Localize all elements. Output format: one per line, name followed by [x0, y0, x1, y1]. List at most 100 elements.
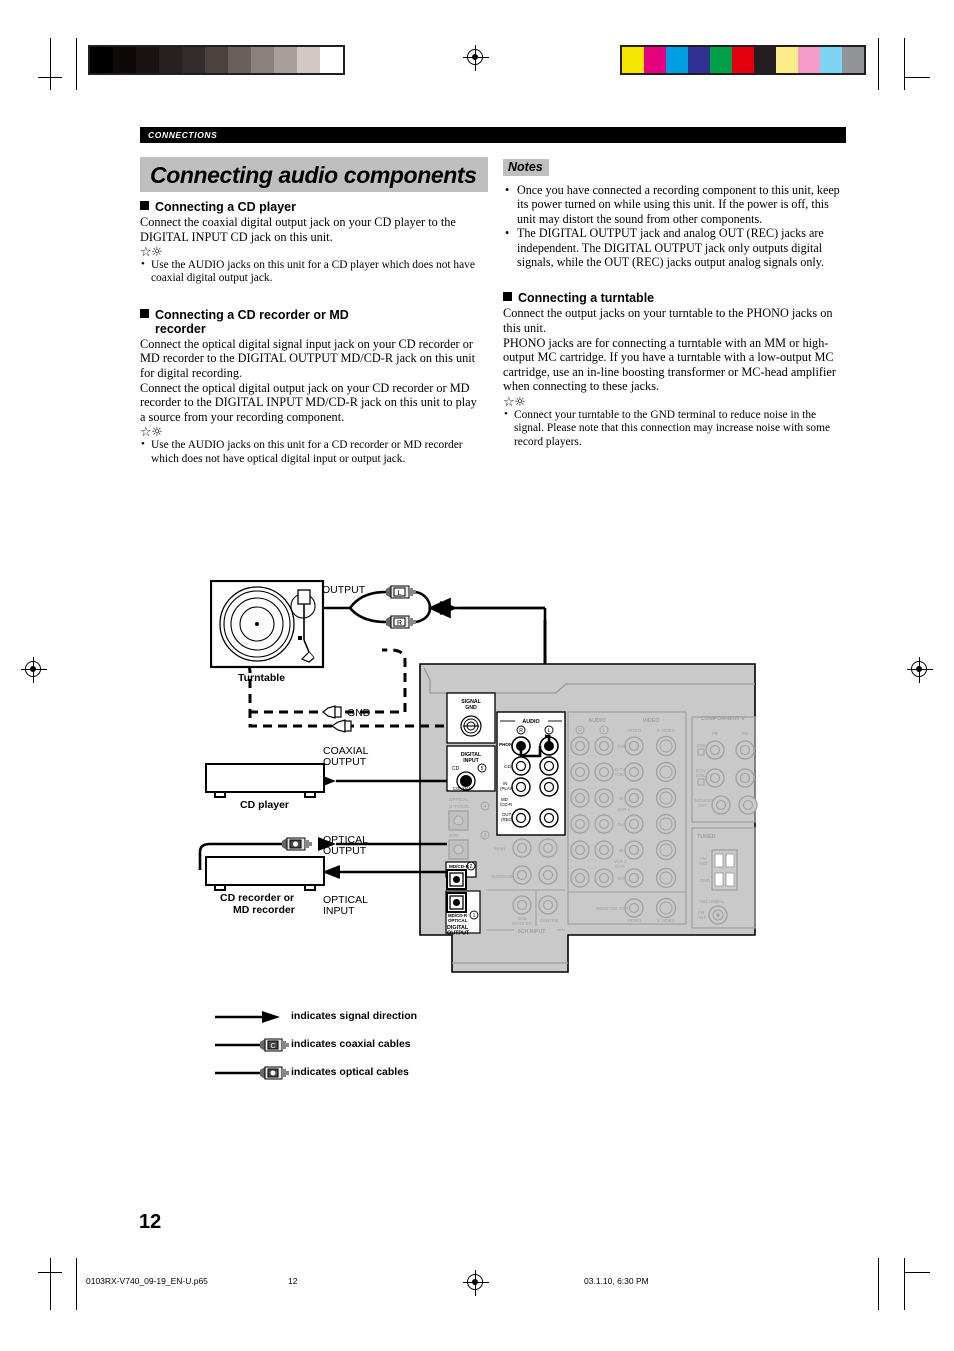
- crop-mark-bl-h: [38, 1272, 62, 1273]
- svg-text:MONITOR OUT: MONITOR OUT: [596, 906, 629, 911]
- diagram-svg: SIGNAL GND DIGITAL INPUT CD 5 COAXIAL OP…: [198, 585, 758, 973]
- gray-step-0: [90, 47, 113, 73]
- color-step-4: [710, 47, 732, 73]
- svg-text:GND: GND: [700, 878, 710, 883]
- notes-list: Once you have connected a recording comp…: [503, 183, 848, 269]
- crop-mark-tl-h: [38, 77, 62, 78]
- crop-mark-tr-v: [878, 38, 879, 90]
- svg-text:VIDEO: VIDEO: [627, 918, 642, 923]
- svg-text:75Ω UNBAL.: 75Ω UNBAL.: [699, 899, 725, 904]
- tip-icon: ☆☼: [503, 395, 526, 410]
- cd-player-box: [205, 763, 325, 793]
- svg-text:ANT: ANT: [697, 915, 706, 920]
- text-turntable-body2: PHONO jacks are for connecting a turntab…: [503, 335, 836, 394]
- svg-text:C: C: [270, 1043, 275, 1050]
- svg-text:1: 1: [473, 913, 476, 919]
- svg-text:/CBL: /CBL: [615, 772, 625, 777]
- cd-player-foot-right: [304, 793, 316, 798]
- list-item: Connect your turntable to the GND termin…: [503, 408, 848, 449]
- registration-mark-top: [463, 45, 489, 71]
- color-step-9: [820, 47, 842, 73]
- svg-text:AUDIO: AUDIO: [522, 719, 539, 725]
- gray-step-7: [251, 47, 274, 73]
- svg-text:/CBL: /CBL: [696, 773, 706, 778]
- svg-text:2: 2: [470, 864, 473, 870]
- svg-text:IN: IN: [619, 796, 623, 801]
- svg-text:GND: GND: [465, 705, 477, 711]
- connection-diagram: SIGNAL GND DIGITAL INPUT CD 5 COAXIAL OP…: [0, 560, 954, 1080]
- text-cd-recorder-body2: Connect the optical digital output jack …: [140, 380, 477, 424]
- legend-text-coaxial: indicates coaxial cables: [291, 1038, 411, 1050]
- bullet-square-icon: [503, 292, 512, 302]
- text-cd-player-body: Connect the coaxial digital output jack …: [140, 215, 456, 244]
- crop-mark-tl-v: [50, 38, 51, 90]
- label-gnd: GND: [347, 707, 371, 719]
- svg-text:S VIDEO: S VIDEO: [657, 918, 676, 923]
- svg-text:COAXIAL: COAXIAL: [453, 786, 472, 791]
- gray-step-3: [159, 47, 182, 73]
- cd-player-foot-left: [214, 793, 226, 798]
- svg-text:COMPORNENT V: COMPORNENT V: [701, 716, 745, 722]
- label-output: OUTPUT: [322, 584, 366, 596]
- gray-step-4: [182, 47, 205, 73]
- tips-cd-player: Use the AUDIO jacks on this unit for a C…: [140, 258, 480, 286]
- svg-text:DVD: DVD: [697, 743, 706, 748]
- svg-text:R: R: [397, 620, 402, 627]
- audio-video-jacks-inactive-group: AUDIO VIDEO R L VIDEO S VIDEO DVD D-TV /…: [567, 711, 687, 925]
- color-step-2: [666, 47, 688, 73]
- svg-text:DVD: DVD: [449, 833, 459, 838]
- legend-text-optical: indicates optical cables: [291, 1066, 409, 1078]
- label-turntable: Turntable: [238, 672, 286, 684]
- turntable-illustration: [210, 580, 325, 669]
- svg-text:CD: CD: [504, 764, 511, 770]
- digital-output-md-cdr-group: MD/CD-R OPTICAL 1 DIGITAL OUTPUT: [445, 890, 481, 937]
- svg-text:/CD-R: /CD-R: [500, 802, 512, 807]
- footer-page: 12: [288, 1276, 298, 1286]
- bullet-square-icon: [140, 201, 149, 210]
- legend-icons: C: [215, 1011, 289, 1080]
- svg-text:S VIDEO: S VIDEO: [657, 728, 676, 733]
- gray-step-6: [228, 47, 251, 73]
- text-turntable-body1: Connect the output jacks on your turntab…: [503, 306, 833, 336]
- list-item: The DIGITAL OUTPUT jack and analog OUT (…: [503, 226, 848, 269]
- footer-timestamp: 03.1.10, 6:30 PM: [584, 1276, 649, 1286]
- page-number: 12: [139, 1211, 162, 1233]
- legend-text-signal-direction: indicates signal direction: [291, 1010, 418, 1022]
- svg-text:CD: CD: [452, 766, 460, 772]
- svg-text:OPTICAL: OPTICAL: [448, 918, 468, 923]
- page-title-band: Connecting audio components: [140, 157, 488, 192]
- gray-step-8: [274, 47, 297, 73]
- svg-text:ANT: ANT: [699, 861, 708, 866]
- cd-recorder-box: [205, 856, 325, 886]
- list-item: Use the AUDIO jacks on this unit for a C…: [140, 258, 480, 286]
- svg-text:WOOFER: WOOFER: [512, 921, 532, 926]
- svg-text:VIDEO: VIDEO: [627, 728, 642, 733]
- cd-recorder-foot-left: [214, 886, 226, 891]
- bullet-square-icon: [140, 308, 149, 318]
- svg-text:IN: IN: [619, 848, 623, 853]
- cable-turntable-output: L R: [305, 585, 547, 664]
- left-column: Connecting a CD player Connect the coaxi…: [140, 200, 480, 466]
- list-item: Once you have connected a recording comp…: [503, 183, 848, 226]
- tips-cd-recorder: Use the AUDIO jacks on this unit for a C…: [140, 438, 480, 466]
- digital-input-cd-group: DIGITAL INPUT CD 5 COAXIAL: [446, 745, 496, 792]
- section-tag: CONNECTIONS: [140, 127, 846, 143]
- color-step-6: [754, 47, 776, 73]
- svg-text:L: L: [603, 728, 606, 734]
- svg-text:6CH INPUT: 6CH INPUT: [518, 929, 546, 935]
- footer-filename: 0103RX-V740_09-19_EN-U.p65: [86, 1276, 208, 1286]
- tip-icon: ☆☼: [140, 245, 163, 261]
- svg-text:TUNER: TUNER: [697, 834, 716, 840]
- crop-mark-tr2-v: [904, 38, 905, 90]
- crop-mark-br2-v: [904, 1258, 905, 1310]
- svg-text:OUT: OUT: [617, 822, 627, 827]
- svg-text:AUDIO: AUDIO: [588, 718, 605, 724]
- svg-text:VIDEO: VIDEO: [643, 718, 660, 724]
- gray-step-9: [297, 47, 320, 73]
- signal-gnd-terminal-group: SIGNAL GND: [446, 692, 496, 744]
- svg-text:MAIN: MAIN: [494, 846, 505, 851]
- svg-text:L: L: [398, 590, 402, 597]
- color-calibration-bar: [620, 45, 866, 75]
- color-step-7: [776, 47, 798, 73]
- gray-step-10: [320, 47, 343, 73]
